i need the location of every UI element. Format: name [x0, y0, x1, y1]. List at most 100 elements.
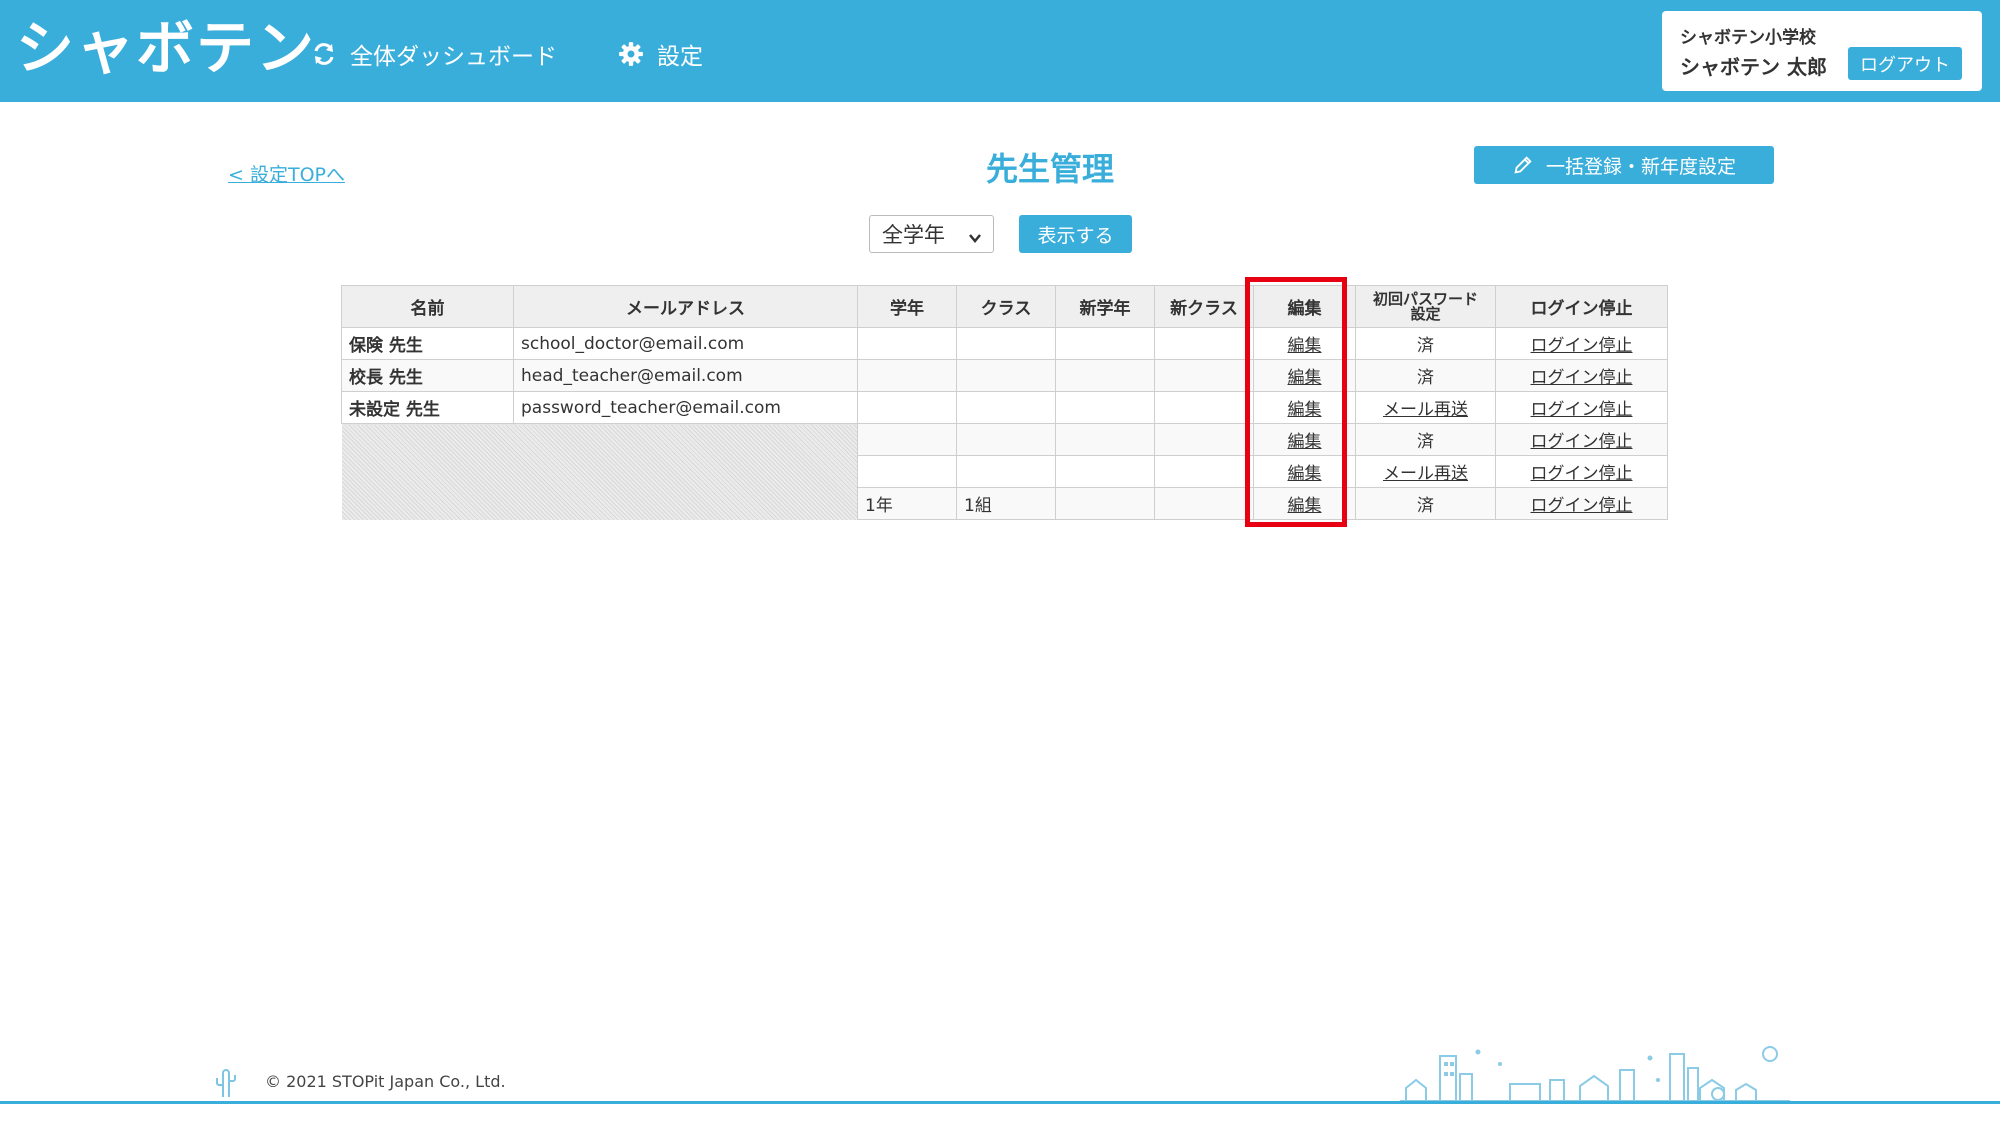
cell-email: head_teacher@email.com	[513, 359, 858, 392]
column-header-name: 名前	[341, 285, 514, 328]
logout-button[interactable]: ログアウト	[1848, 47, 1962, 80]
cell-grade	[857, 391, 957, 424]
login-stop-link[interactable]: ログイン停止	[1531, 368, 1633, 388]
refresh-icon	[310, 40, 338, 68]
cell-class	[956, 327, 1056, 360]
page-title: 先生管理	[985, 150, 1114, 188]
resend-mail-link[interactable]: メール再送	[1383, 400, 1468, 420]
cell-password-status: 済	[1355, 423, 1496, 456]
column-header-new-class: 新クラス	[1154, 285, 1254, 328]
cell-name: 保険 先生	[341, 327, 514, 360]
show-button[interactable]: 表示する	[1019, 215, 1132, 253]
cell-new-class	[1154, 391, 1254, 424]
masked-name-email-region	[341, 423, 858, 520]
cell-name: 未設定 先生	[341, 391, 514, 424]
footer-line	[0, 1101, 2000, 1104]
cell-login-stop: ログイン停止	[1495, 391, 1668, 424]
cell-class: 1組	[956, 487, 1056, 520]
cell-new-class	[1154, 359, 1254, 392]
column-header-password-line2: 設定	[1410, 304, 1441, 323]
nav-settings[interactable]: 設定	[617, 34, 703, 74]
user-panel: シャボテン小学校 シャボテン 太郎 ログアウト	[1662, 11, 1982, 91]
login-stop-link[interactable]: ログイン停止	[1531, 432, 1633, 452]
cell-grade	[857, 423, 957, 456]
cell-new-grade	[1055, 391, 1155, 424]
table-header-row: 名前 メールアドレス 学年 クラス 新学年 新クラス 編集 初回パスワード 設定…	[341, 285, 1668, 328]
cell-password-status: 済	[1355, 327, 1496, 360]
column-header-login-stop: ログイン停止	[1495, 285, 1668, 328]
cell-password-status: 済	[1355, 487, 1496, 520]
cell-edit: 編集	[1253, 327, 1356, 360]
copyright-text: © 2021 STOPit Japan Co., Ltd.	[265, 1072, 506, 1091]
cell-login-stop: ログイン停止	[1495, 359, 1668, 392]
cell-email: password_teacher@email.com	[513, 391, 858, 424]
bulk-register-button[interactable]: 一括登録・新年度設定	[1474, 146, 1774, 184]
cell-password-status: メール再送	[1355, 455, 1496, 488]
cell-new-class	[1154, 423, 1254, 456]
cell-new-class	[1154, 327, 1254, 360]
cell-new-class	[1154, 487, 1254, 520]
cell-login-stop: ログイン停止	[1495, 487, 1668, 520]
nav-dashboard[interactable]: 全体ダッシュボード	[310, 34, 557, 74]
login-stop-link[interactable]: ログイン停止	[1531, 400, 1633, 420]
cell-grade	[857, 455, 957, 488]
cell-new-grade	[1055, 423, 1155, 456]
school-name: シャボテン小学校	[1680, 28, 1816, 48]
cell-new-grade	[1055, 455, 1155, 488]
cell-grade	[857, 359, 957, 392]
cell-class	[956, 359, 1056, 392]
edit-link[interactable]: 編集	[1288, 464, 1322, 484]
table-row: 校長 先生 head_teacher@email.com 編集 済 ログイン停止	[341, 359, 1668, 392]
edit-link[interactable]: 編集	[1288, 432, 1322, 452]
cell-email: school_doctor@email.com	[513, 327, 858, 360]
login-stop-link[interactable]: ログイン停止	[1531, 496, 1633, 516]
user-name: シャボテン 太郎	[1680, 55, 1827, 79]
column-header-edit: 編集	[1253, 285, 1356, 328]
cell-password-status: メール再送	[1355, 391, 1496, 424]
table-row: 編集 済 ログイン停止	[341, 423, 1668, 520]
resend-mail-link[interactable]: メール再送	[1383, 464, 1468, 484]
cactus-icon	[214, 1068, 238, 1098]
cell-login-stop: ログイン停止	[1495, 455, 1668, 488]
nav-dashboard-label: 全体ダッシュボード	[350, 44, 557, 70]
cell-edit: 編集	[1253, 455, 1356, 488]
cell-login-stop: ログイン停止	[1495, 423, 1668, 456]
column-header-email: メールアドレス	[513, 285, 858, 328]
cell-grade	[857, 327, 957, 360]
column-header-grade: 学年	[857, 285, 957, 328]
app-logo[interactable]: シャボテン	[16, 8, 316, 88]
cell-class	[956, 455, 1056, 488]
cell-grade: 1年	[857, 487, 957, 520]
town-illustration	[1400, 1046, 1790, 1102]
grade-filter-value: 全学年	[882, 223, 945, 247]
cell-new-grade	[1055, 327, 1155, 360]
cell-new-grade	[1055, 359, 1155, 392]
chevron-down-icon	[967, 227, 983, 243]
edit-link[interactable]: 編集	[1288, 336, 1322, 356]
column-header-class: クラス	[956, 285, 1056, 328]
column-header-new-grade: 新学年	[1055, 285, 1155, 328]
cell-name: 校長 先生	[341, 359, 514, 392]
cell-edit: 編集	[1253, 359, 1356, 392]
cell-new-class	[1154, 455, 1254, 488]
edit-link[interactable]: 編集	[1288, 496, 1322, 516]
cell-edit: 編集	[1253, 487, 1356, 520]
cell-class	[956, 391, 1056, 424]
back-to-settings-link[interactable]: < 設定TOPへ	[228, 160, 345, 187]
column-header-password: 初回パスワード 設定	[1355, 285, 1496, 328]
grade-filter-select[interactable]: 全学年	[869, 215, 994, 253]
cell-edit: 編集	[1253, 391, 1356, 424]
pencil-icon	[1512, 154, 1534, 176]
cell-class	[956, 423, 1056, 456]
login-stop-link[interactable]: ログイン停止	[1531, 464, 1633, 484]
cell-password-status: 済	[1355, 359, 1496, 392]
cell-login-stop: ログイン停止	[1495, 327, 1668, 360]
login-stop-link[interactable]: ログイン停止	[1531, 336, 1633, 356]
edit-link[interactable]: 編集	[1288, 368, 1322, 388]
table-row: 未設定 先生 password_teacher@email.com 編集 メール…	[341, 391, 1668, 424]
edit-link[interactable]: 編集	[1288, 400, 1322, 420]
table-row: 保険 先生 school_doctor@email.com 編集 済 ログイン停…	[341, 327, 1668, 360]
cell-edit: 編集	[1253, 423, 1356, 456]
teachers-table: 名前 メールアドレス 学年 クラス 新学年 新クラス 編集 初回パスワード 設定…	[341, 285, 1668, 520]
gear-icon	[617, 40, 645, 68]
